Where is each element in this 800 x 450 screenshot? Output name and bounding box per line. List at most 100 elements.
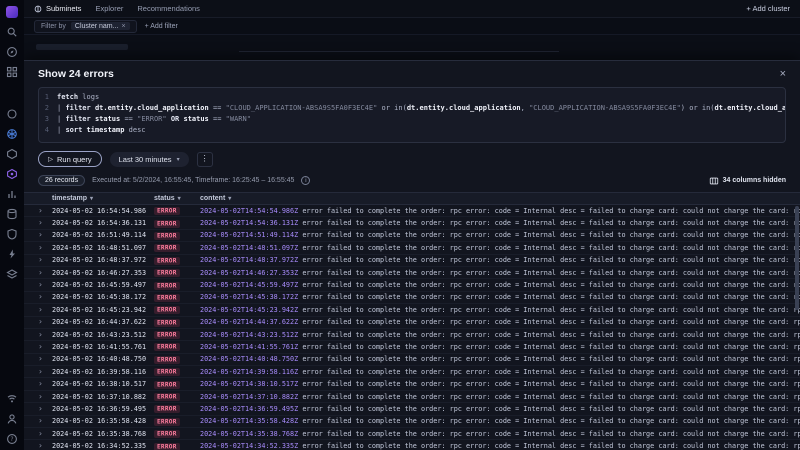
bolt-icon[interactable] xyxy=(6,247,19,260)
expand-row-icon[interactable]: › xyxy=(38,219,52,227)
run-query-label: Run query xyxy=(57,154,92,164)
column-header-status[interactable]: status ▾ xyxy=(154,195,200,202)
status-badge: ERROR xyxy=(154,207,180,216)
vertical-scrollbar[interactable] xyxy=(795,196,799,448)
expand-row-icon[interactable]: › xyxy=(38,318,52,326)
user-icon[interactable] xyxy=(6,412,19,425)
expand-row-icon[interactable]: › xyxy=(38,206,52,215)
tab-subminets[interactable]: Subminets xyxy=(34,4,81,13)
info-icon[interactable]: i xyxy=(301,176,311,185)
table-row[interactable]: › 2024-05-02 16:39:58.116 ERROR 2024-05-02T… xyxy=(24,366,800,379)
tab-recommendations[interactable]: Recommendations xyxy=(137,4,200,13)
cell-timestamp: 2024-05-02 16:48:37.972 xyxy=(52,256,147,265)
query-line: 3 | filter status == "ERROR" OR status ==… xyxy=(39,114,785,125)
expand-row-icon[interactable]: › xyxy=(38,305,52,314)
compass-icon[interactable] xyxy=(6,45,19,58)
table-row[interactable]: › 2024-05-02 16:54:54.986 ERROR 2024-05-02T… xyxy=(24,205,800,218)
query-editor[interactable]: 1 fetch logs 2 | filter dt.entity.cloud_app… xyxy=(38,87,786,143)
table-row[interactable]: › 2024-05-02 16:38:10.517 ERROR 2024-05-02T… xyxy=(24,378,800,391)
column-header-timestamp[interactable]: timestamp ▾ xyxy=(52,195,154,202)
table-row[interactable]: › 2024-05-02 16:37:10.882 ERROR 2024-05-02T… xyxy=(24,391,800,404)
status-badge: ERROR xyxy=(154,393,180,402)
signal-icon[interactable] xyxy=(6,392,19,405)
table-row[interactable]: › 2024-05-02 16:35:58.428 ERROR 2024-05-02T… xyxy=(24,416,800,429)
close-icon[interactable]: × xyxy=(780,68,786,80)
table-row[interactable]: › 2024-05-02 16:43:23.512 ERROR 2024-05-02T… xyxy=(24,329,800,342)
timeframe-dropdown[interactable]: Last 30 minutes ▾ xyxy=(109,151,189,167)
underlying-title-skeleton xyxy=(36,44,128,50)
remove-filter-icon[interactable]: × xyxy=(121,23,125,30)
table-row[interactable]: › 2024-05-02 16:41:55.761 ERROR 2024-05-02T… xyxy=(24,341,800,354)
table-row[interactable]: › 2024-05-02 16:45:38.172 ERROR 2024-05-02T… xyxy=(24,292,800,305)
table-row[interactable]: › 2024-05-02 16:51:49.114 ERROR 2024-05-02T… xyxy=(24,230,800,243)
column-header-content[interactable]: content ▾ xyxy=(200,195,800,202)
expand-row-icon[interactable]: › xyxy=(38,293,52,301)
table-row[interactable]: › 2024-05-02 16:48:51.097 ERROR 2024-05-02T… xyxy=(24,242,800,255)
expand-row-icon[interactable]: › xyxy=(38,380,52,388)
expand-row-icon[interactable]: › xyxy=(38,330,52,339)
kubernetes-icon[interactable] xyxy=(6,127,19,140)
table-row[interactable]: › 2024-05-02 16:34:52.335 ERROR 2024-05-02T… xyxy=(24,440,800,450)
filter-bar: Filter by Cluster nam... × + Add filter xyxy=(24,18,800,35)
cell-content: 2024-05-02T14:45:23.942Z error failed to… xyxy=(200,305,800,314)
expand-row-icon[interactable]: › xyxy=(38,429,52,438)
cell-content: 2024-05-02T14:54:36.131Z error failed to… xyxy=(200,219,800,228)
kubernetes-tab-icon xyxy=(34,5,42,12)
layers-icon[interactable] xyxy=(6,267,19,280)
cell-status: ERROR xyxy=(154,380,200,389)
table-row[interactable]: › 2024-05-02 16:54:36.131 ERROR 2024-05-02T… xyxy=(24,217,800,230)
filter-input[interactable]: Filter by Cluster nam... × xyxy=(34,19,137,33)
dynatrace-logo[interactable] xyxy=(6,5,19,18)
tab-explorer[interactable]: Explorer xyxy=(95,4,123,13)
expand-row-icon[interactable]: › xyxy=(38,442,52,450)
chart-icon[interactable] xyxy=(6,187,19,200)
help-icon[interactable]: ? xyxy=(6,432,19,445)
table-row[interactable]: › 2024-05-02 16:44:37.622 ERROR 2024-05-02T… xyxy=(24,317,800,329)
columns-icon xyxy=(709,177,718,184)
expand-row-icon[interactable]: › xyxy=(38,367,52,376)
hexagon-icon[interactable] xyxy=(6,167,19,180)
shield-icon[interactable] xyxy=(6,227,19,240)
table-row[interactable]: › 2024-05-02 16:45:59.497 ERROR 2024-05-02T… xyxy=(24,279,800,292)
cell-content: 2024-05-02T14:40:48.750Z error failed to… xyxy=(200,355,800,364)
table-row[interactable]: › 2024-05-02 16:45:23.942 ERROR 2024-05-02T… xyxy=(24,304,800,317)
more-options-button[interactable]: ⋮ xyxy=(196,151,213,167)
columns-hidden-button[interactable]: 34 columns hidden xyxy=(709,176,786,186)
apps-grid-icon[interactable] xyxy=(6,65,19,78)
cube-icon[interactable] xyxy=(6,147,19,160)
sidebar-apps-group xyxy=(6,107,19,280)
expand-row-icon[interactable]: › xyxy=(38,268,52,277)
scrollbar-thumb[interactable] xyxy=(795,206,799,310)
table-row[interactable]: › 2024-05-02 16:46:27.353 ERROR 2024-05-02T… xyxy=(24,267,800,280)
expand-row-icon[interactable]: › xyxy=(38,417,52,425)
search-icon[interactable] xyxy=(6,25,19,38)
column-label: timestamp xyxy=(52,195,88,202)
sidebar: ? xyxy=(0,0,24,450)
table-row[interactable]: › 2024-05-02 16:48:37.972 ERROR 2024-05-02T… xyxy=(24,255,800,267)
expand-row-icon[interactable]: › xyxy=(38,256,52,264)
table-row[interactable]: › 2024-05-02 16:40:48.750 ERROR 2024-05-02T… xyxy=(24,354,800,367)
expand-row-icon[interactable]: › xyxy=(38,404,52,413)
run-query-button[interactable]: ▷ Run query xyxy=(38,151,102,167)
query-toolbar: ▷ Run query Last 30 minutes ▾ ⋮ xyxy=(38,151,786,167)
records-count-badge: 26 records xyxy=(38,175,86,186)
expand-row-icon[interactable]: › xyxy=(38,355,52,363)
database-icon[interactable] xyxy=(6,207,19,220)
table-row[interactable]: › 2024-05-02 16:35:38.768 ERROR 2024-05-02T… xyxy=(24,428,800,441)
expand-row-icon[interactable]: › xyxy=(38,243,52,252)
expand-row-icon[interactable]: › xyxy=(38,281,52,289)
query-editor-lines: 1 fetch logs 2 | filter dt.entity.cloud_app… xyxy=(39,92,785,136)
expand-row-icon[interactable]: › xyxy=(38,392,52,401)
expand-row-icon[interactable]: › xyxy=(38,231,52,239)
cell-content: 2024-05-02T14:43:23.512Z error failed to… xyxy=(200,330,800,339)
add-filter-button[interactable]: + Add filter xyxy=(145,23,178,30)
circle-app-icon[interactable] xyxy=(6,107,19,120)
filter-chip-cluster[interactable]: Cluster nam... × xyxy=(70,22,130,30)
table-row[interactable]: › 2024-05-02 16:36:59.495 ERROR 2024-05-02T… xyxy=(24,403,800,416)
status-badge: ERROR xyxy=(154,343,180,352)
cell-content: 2024-05-02T14:38:10.517Z error failed to… xyxy=(200,380,800,389)
expand-row-icon[interactable]: › xyxy=(38,342,52,351)
add-cluster-button[interactable]: + Add cluster xyxy=(746,4,790,13)
cell-content: 2024-05-02T14:51:49.114Z error failed to… xyxy=(200,231,800,240)
chevron-down-icon: ▾ xyxy=(176,156,180,163)
